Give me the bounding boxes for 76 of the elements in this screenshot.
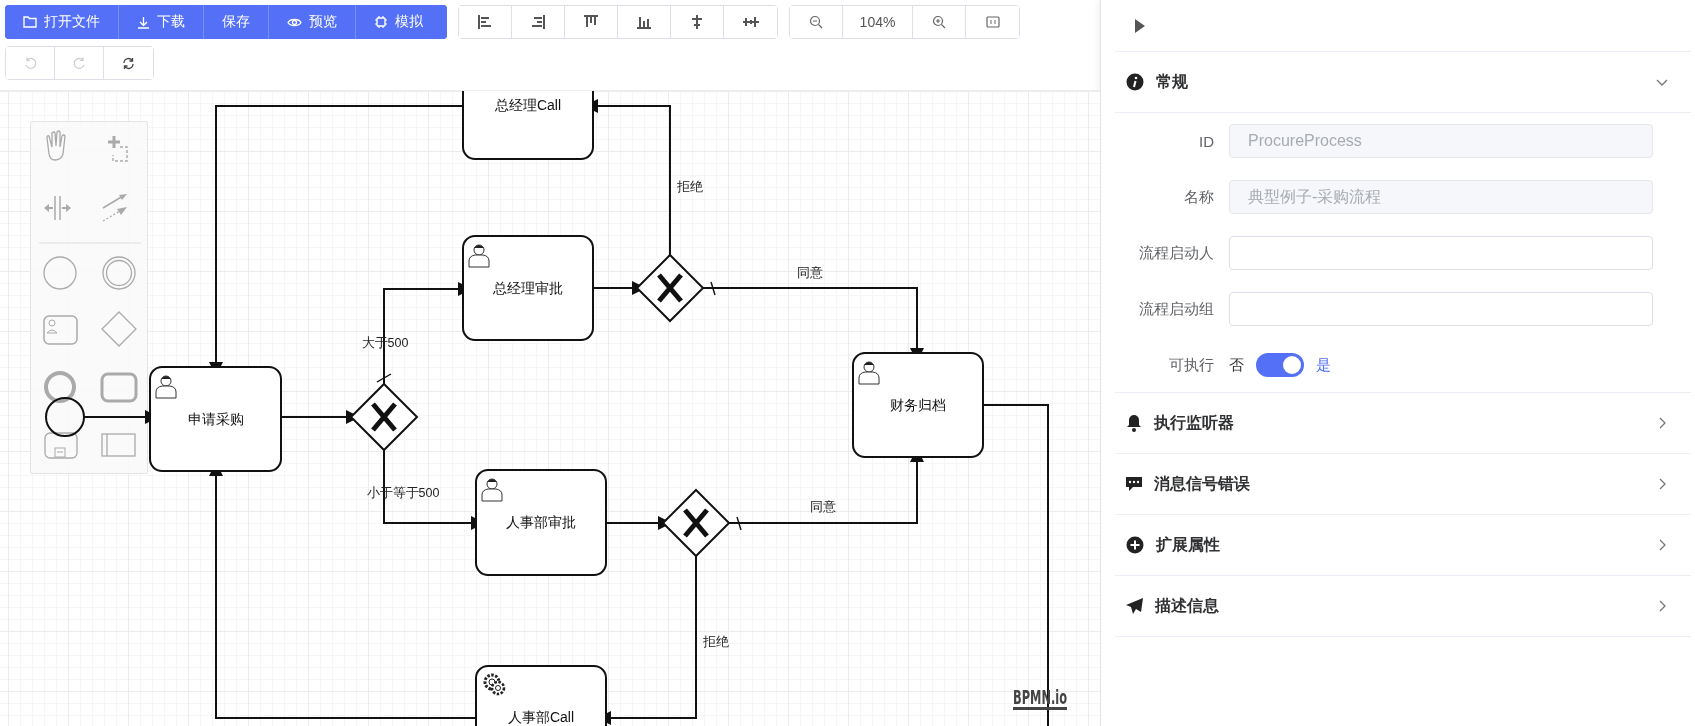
exclusive-gateway (635, 253, 705, 323)
section-title: 消息信号错误 (1154, 473, 1250, 494)
section-header[interactable]: 执行监听器 (1115, 393, 1691, 453)
align-left-button[interactable] (459, 6, 512, 38)
zoom-out-button[interactable] (790, 6, 843, 38)
hand-tool-icon[interactable] (46, 130, 66, 161)
space-tool-icon[interactable] (44, 195, 71, 221)
pool-icon[interactable] (101, 433, 136, 457)
person-icon (468, 244, 490, 268)
input-field[interactable] (1229, 292, 1653, 326)
start-event-icon[interactable] (43, 256, 77, 290)
align-middle-icon (742, 15, 759, 29)
field-label: 流程启动组 (1138, 299, 1215, 319)
toggle-switch[interactable] (1256, 353, 1304, 377)
section-header[interactable]: 常规 (1115, 52, 1691, 113)
download-icon (137, 15, 150, 29)
exclusive-gateway (349, 382, 419, 452)
subprocess-icon[interactable] (44, 432, 78, 459)
gateway-icon[interactable] (101, 311, 137, 347)
fit-view-icon (985, 16, 1000, 28)
align-top-icon (583, 15, 599, 29)
send-icon (1126, 598, 1143, 614)
user-task-icon[interactable] (43, 315, 78, 345)
lasso-tool-icon[interactable] (106, 134, 128, 162)
field-label: 名称 (1183, 187, 1215, 207)
flow-label: 同意 (810, 500, 836, 514)
flow-label: 拒绝 (703, 635, 729, 649)
section-header[interactable]: 消息信号错误 (1115, 454, 1691, 514)
redo-icon (72, 56, 86, 70)
section-header[interactable]: 描述信息 (1115, 576, 1691, 636)
task-icon[interactable] (100, 372, 138, 403)
comment-icon (1126, 476, 1142, 492)
section-title: 描述信息 (1155, 595, 1219, 616)
field-label: 流程启动人 (1138, 243, 1215, 263)
person-icon (858, 361, 880, 385)
task-label: 人事部Call (507, 709, 575, 725)
gear-icon (483, 673, 506, 696)
align-left-icon (477, 15, 493, 29)
intermediate-event-icon[interactable] (102, 256, 136, 290)
start-event (45, 397, 85, 437)
refresh-icon (122, 56, 135, 70)
expand-icon[interactable] (1135, 18, 1145, 33)
switch-off-label: 否 (1229, 355, 1244, 375)
align-bottom-icon (636, 15, 652, 29)
undo-icon (23, 56, 37, 70)
align-center-icon (689, 15, 705, 29)
section-header[interactable]: 扩展属性 (1115, 515, 1691, 575)
field-label: 可执行 (1168, 355, 1215, 375)
folder-icon (23, 16, 37, 28)
end-event-icon[interactable] (44, 371, 76, 403)
bell-icon (1126, 414, 1142, 432)
task-label: 总经理Call (494, 97, 562, 113)
exclusive-gateway (661, 488, 731, 558)
flow-label: 同意 (797, 266, 823, 280)
section-title: 执行监听器 (1154, 412, 1234, 433)
field-label: ID (1198, 132, 1215, 150)
input-field[interactable] (1229, 236, 1653, 270)
section-title: 常规 (1156, 71, 1188, 92)
switch-on-label: 是 (1316, 355, 1331, 375)
info-icon (1126, 73, 1144, 91)
connect-tool-icon[interactable] (102, 194, 127, 222)
zoom-in-icon (932, 15, 946, 29)
task-label: 人事部审批 (506, 514, 576, 530)
task-label: 财务归档 (890, 397, 946, 413)
person-icon (481, 478, 503, 502)
task-label: 总经理审批 (493, 280, 563, 296)
zoom-out-icon (809, 15, 823, 29)
toolbar-button[interactable]: 打开文件 (5, 5, 119, 39)
plus-circle-icon (1126, 536, 1144, 554)
section-title: 扩展属性 (1156, 534, 1220, 555)
task-label: 申请采购 (187, 411, 244, 427)
align-right-icon (530, 15, 546, 29)
eye-icon (287, 16, 302, 28)
flow-label: 拒绝 (677, 180, 703, 194)
person-icon (155, 375, 177, 399)
chip-icon (374, 15, 388, 29)
